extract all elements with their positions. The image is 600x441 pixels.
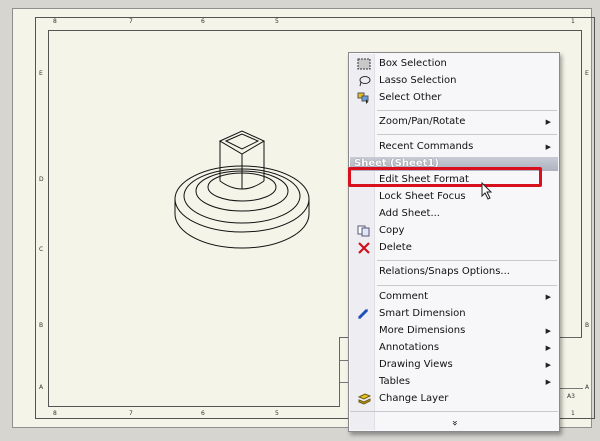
menu-item-label: Box Selection: [379, 58, 447, 69]
menu-item-more-dimensions[interactable]: More Dimensions ▶: [350, 323, 558, 339]
zone-number-top: 5: [275, 18, 279, 25]
zone-letter-right: A: [585, 384, 590, 391]
menu-item-label: Drawing Views: [379, 359, 453, 370]
menu-item-drawing-views[interactable]: Drawing Views ▶: [350, 357, 558, 373]
menu-item-label: Add Sheet...: [379, 208, 440, 219]
menu-item-select-other[interactable]: Select Other: [350, 90, 558, 106]
menu-item-delete[interactable]: Delete: [350, 240, 558, 256]
zone-number-bottom: 8: [53, 410, 57, 417]
menu-item-lock-sheet-focus[interactable]: Lock Sheet Focus: [350, 189, 558, 205]
zone-letter-right: E: [585, 70, 589, 77]
menu-item-box-selection[interactable]: Box Selection: [350, 56, 558, 72]
menu-item-label: More Dimensions: [379, 325, 466, 336]
menu-item-add-sheet[interactable]: Add Sheet...: [350, 206, 558, 222]
zone-number-bottom: 6: [201, 410, 205, 417]
menu-item-label: Tables: [379, 376, 411, 387]
menu-item-recent-commands[interactable]: Recent Commands ▶: [350, 139, 558, 155]
zone-number-top: 1: [571, 18, 575, 25]
zone-letter-left: A: [39, 384, 44, 391]
menu-item-label: Lock Sheet Focus: [379, 191, 466, 202]
submenu-arrow-icon: ▶: [545, 361, 551, 369]
menu-expand-button[interactable]: »: [350, 415, 558, 431]
zone-number-bottom: 1: [571, 410, 575, 417]
menu-item-label: Zoom/Pan/Rotate: [379, 116, 466, 127]
context-menu[interactable]: Box Selection Lasso Selection Select Oth…: [348, 52, 560, 432]
expand-chevron-icon: »: [449, 419, 460, 427]
mouse-pointer-icon: [481, 182, 493, 200]
menu-item-label: Lasso Selection: [379, 75, 457, 86]
lasso-icon: [357, 75, 371, 87]
delete-icon: [357, 242, 371, 254]
menu-item-label: Recent Commands: [379, 141, 474, 152]
menu-item-change-layer[interactable]: Change Layer: [350, 391, 558, 407]
menu-separator: [377, 110, 557, 111]
change-layer-icon: [357, 393, 372, 405]
copy-icon: [357, 225, 371, 237]
menu-separator: [377, 134, 557, 135]
zone-letter-left: E: [39, 70, 43, 77]
menu-item-relations-snaps-options[interactable]: Relations/Snaps Options...: [350, 264, 558, 280]
menu-item-annotations[interactable]: Annotations ▶: [350, 340, 558, 356]
submenu-arrow-icon: ▶: [545, 378, 551, 386]
zone-number-bottom: 7: [129, 410, 133, 417]
select-other-icon: [357, 92, 371, 104]
zone-number-top: 8: [53, 18, 57, 25]
menu-item-label: Relations/Snaps Options...: [379, 266, 510, 277]
menu-item-comment[interactable]: Comment ▶: [350, 289, 558, 305]
submenu-arrow-icon: ▶: [545, 344, 551, 352]
highlight-box: [348, 167, 542, 187]
zone-letter-left: B: [39, 322, 44, 329]
menu-item-smart-dimension[interactable]: Smart Dimension: [350, 306, 558, 322]
zone-number-top: 7: [129, 18, 133, 25]
smart-dimension-icon: [357, 308, 371, 320]
zone-letter-left: C: [39, 246, 44, 253]
menu-item-label: Smart Dimension: [379, 308, 466, 319]
menu-item-label: Delete: [379, 242, 412, 253]
menu-item-label: Copy: [379, 225, 405, 236]
submenu-arrow-icon: ▶: [545, 327, 551, 335]
menu-item-label: Change Layer: [379, 393, 449, 404]
menu-item-zoom-pan-rotate[interactable]: Zoom/Pan/Rotate ▶: [350, 114, 558, 130]
submenu-arrow-icon: ▶: [545, 118, 551, 126]
submenu-arrow-icon: ▶: [545, 293, 551, 301]
zone-number-top: 6: [201, 18, 205, 25]
menu-separator: [377, 260, 557, 261]
zone-letter-right: B: [585, 322, 590, 329]
menu-item-lasso-selection[interactable]: Lasso Selection: [350, 73, 558, 89]
zone-number-bottom: 5: [275, 410, 279, 417]
sheet-size-label: A3: [567, 393, 575, 400]
menu-separator: [377, 285, 557, 286]
box-selection-icon: [357, 58, 371, 70]
zone-letter-left: D: [39, 176, 44, 183]
menu-item-tables[interactable]: Tables ▶: [350, 374, 558, 390]
menu-item-label: Comment: [379, 291, 428, 302]
menu-item-label: Annotations: [379, 342, 440, 353]
submenu-arrow-icon: ▶: [545, 143, 551, 151]
menu-separator: [350, 411, 558, 412]
part-isometric-view[interactable]: [163, 119, 323, 259]
menu-item-copy[interactable]: Copy: [350, 223, 558, 239]
menu-item-label: Select Other: [379, 92, 442, 103]
